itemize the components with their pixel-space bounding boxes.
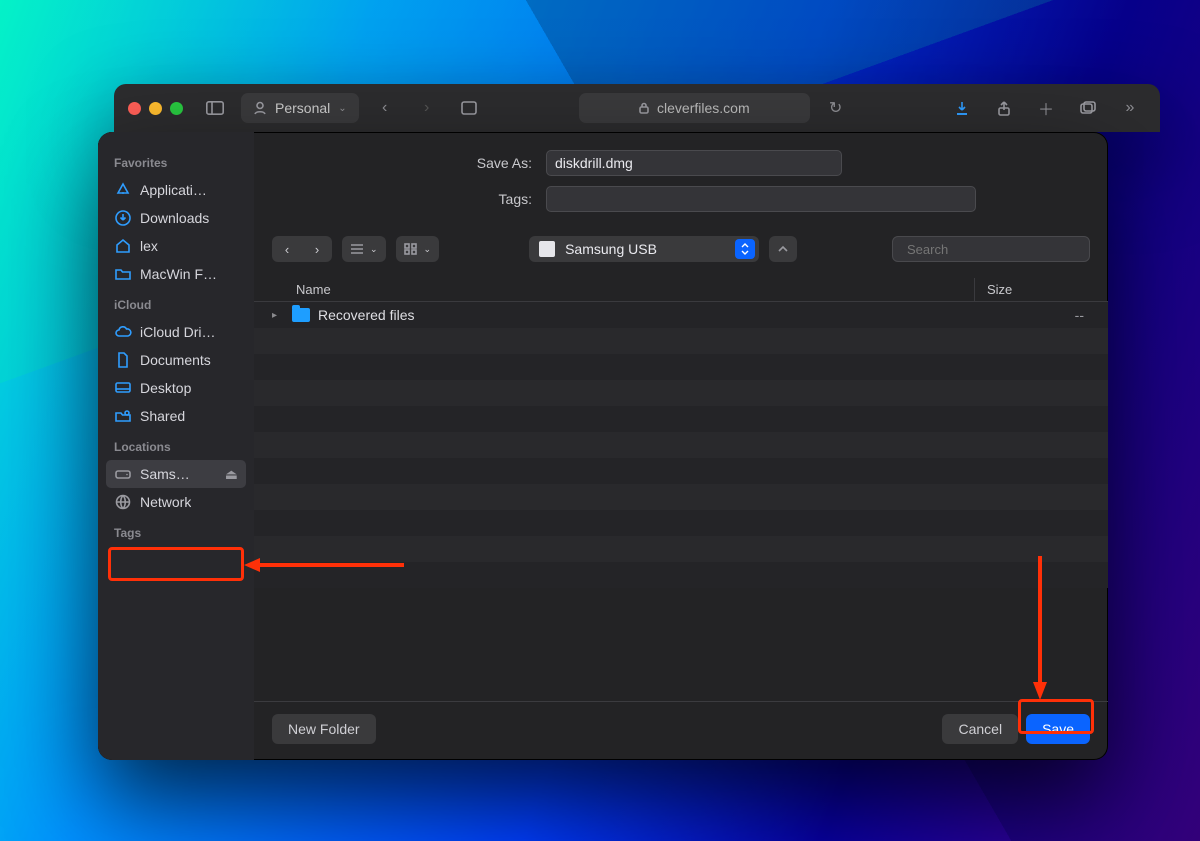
grid-icon bbox=[404, 243, 418, 255]
address-text: cleverfiles.com bbox=[657, 100, 750, 116]
search-input[interactable] bbox=[907, 242, 1083, 257]
new-folder-button[interactable]: New Folder bbox=[272, 714, 376, 744]
overflow-icon[interactable]: » bbox=[1114, 93, 1146, 123]
new-tab-icon[interactable]: ＋ bbox=[1030, 93, 1062, 123]
reader-icon[interactable] bbox=[453, 93, 485, 123]
browser-toolbar: ‹ › ⌄ ⌄ Samsung USB bbox=[254, 230, 1108, 272]
folder-icon bbox=[114, 265, 132, 283]
view-list-button[interactable]: ⌄ bbox=[342, 236, 386, 262]
forward-button[interactable]: › bbox=[302, 236, 332, 262]
saveas-label: Save As: bbox=[272, 155, 532, 171]
tags-input[interactable] bbox=[546, 186, 976, 212]
sidebar-item-label: Network bbox=[140, 494, 191, 510]
sidebar-item-downloads[interactable]: Downloads bbox=[106, 204, 246, 232]
address-bar[interactable]: cleverfiles.com bbox=[579, 93, 810, 123]
sidebar-item-samsung-usb[interactable]: Sams… ⏏ bbox=[106, 460, 246, 488]
home-icon bbox=[114, 237, 132, 255]
network-icon bbox=[114, 493, 132, 511]
save-button[interactable]: Save bbox=[1026, 714, 1090, 744]
back-button[interactable]: ‹ bbox=[272, 236, 302, 262]
safari-window: Personal ⌄ ‹ › cleverfiles.com ↻ ＋ » bbox=[114, 84, 1160, 132]
desktop-icon bbox=[114, 379, 132, 397]
sidebar-item-icloud-drive[interactable]: iCloud Dri… bbox=[106, 318, 246, 346]
sidebar-item-desktop[interactable]: Desktop bbox=[106, 374, 246, 402]
sidebar-item-label: Shared bbox=[140, 408, 185, 424]
sidebar-item-label: lex bbox=[140, 238, 158, 254]
file-name: Recovered files bbox=[318, 307, 415, 323]
sidebar-head-locations: Locations bbox=[106, 430, 246, 460]
column-headers[interactable]: Name Size bbox=[254, 272, 1108, 302]
column-size[interactable]: Size bbox=[974, 278, 1090, 301]
nav-forward-icon[interactable]: › bbox=[411, 93, 443, 123]
sidebar-item-label: Applicati… bbox=[140, 182, 207, 198]
external-disk-icon bbox=[114, 465, 132, 483]
sidebar-head-icloud: iCloud bbox=[106, 288, 246, 318]
tags-label: Tags: bbox=[272, 191, 532, 207]
shared-icon bbox=[114, 407, 132, 425]
document-icon bbox=[114, 351, 132, 369]
profile-label: Personal bbox=[275, 100, 330, 116]
location-label: Samsung USB bbox=[565, 241, 657, 257]
profile-picker[interactable]: Personal ⌄ bbox=[241, 93, 359, 123]
finder-sidebar: Favorites Applicati… Downloads lex MacWi… bbox=[98, 132, 254, 760]
sidebar-item-macwin[interactable]: MacWin F… bbox=[106, 260, 246, 288]
column-name[interactable]: Name bbox=[272, 278, 974, 301]
cloud-icon bbox=[114, 323, 132, 341]
tabs-icon[interactable] bbox=[1072, 93, 1104, 123]
sidebar-head-favorites: Favorites bbox=[106, 146, 246, 176]
collapse-button[interactable] bbox=[769, 236, 797, 262]
updown-icon bbox=[735, 239, 755, 259]
sidebar-item-applications[interactable]: Applicati… bbox=[106, 176, 246, 204]
sidebar-item-label: Documents bbox=[140, 352, 211, 368]
disk-icon bbox=[539, 241, 555, 257]
sidebar-item-home[interactable]: lex bbox=[106, 232, 246, 260]
reload-icon[interactable]: ↻ bbox=[820, 93, 852, 123]
file-size: -- bbox=[994, 307, 1090, 323]
search-field[interactable] bbox=[892, 236, 1090, 262]
lock-icon bbox=[639, 102, 649, 114]
minimize-icon[interactable] bbox=[149, 102, 162, 115]
sidebar-item-label: Downloads bbox=[140, 210, 209, 226]
applications-icon bbox=[114, 181, 132, 199]
sidebar-toggle-icon[interactable] bbox=[199, 93, 231, 123]
chevron-down-icon: ⌄ bbox=[424, 244, 432, 255]
chevron-up-icon bbox=[778, 245, 788, 253]
sidebar-head-tags: Tags bbox=[106, 516, 246, 546]
disclosure-icon[interactable]: ▸ bbox=[272, 310, 288, 321]
sidebar-item-label: iCloud Dri… bbox=[140, 324, 215, 340]
fullscreen-icon[interactable] bbox=[170, 102, 183, 115]
cancel-button[interactable]: Cancel bbox=[942, 714, 1018, 744]
traffic-lights[interactable] bbox=[128, 102, 183, 115]
location-popup[interactable]: Samsung USB bbox=[529, 236, 759, 262]
group-button[interactable]: ⌄ bbox=[396, 236, 440, 262]
downloads-icon[interactable] bbox=[946, 93, 978, 123]
file-list[interactable]: ▸ Recovered files -- bbox=[254, 302, 1108, 701]
chevron-down-icon: ⌄ bbox=[370, 244, 378, 255]
chevron-down-icon: ⌄ bbox=[338, 103, 346, 114]
sidebar-item-label: Sams… bbox=[140, 466, 190, 482]
list-icon bbox=[350, 243, 364, 255]
folder-icon bbox=[292, 308, 310, 322]
sidebar-item-documents[interactable]: Documents bbox=[106, 346, 246, 374]
table-row[interactable]: ▸ Recovered files -- bbox=[254, 302, 1108, 328]
share-icon[interactable] bbox=[988, 93, 1020, 123]
sidebar-item-network[interactable]: Network bbox=[106, 488, 246, 516]
sidebar-item-label: Desktop bbox=[140, 380, 191, 396]
downloads-icon bbox=[114, 209, 132, 227]
sidebar-item-label: MacWin F… bbox=[140, 266, 217, 282]
save-dialog: Favorites Applicati… Downloads lex MacWi… bbox=[98, 132, 1108, 760]
nav-back-icon[interactable]: ‹ bbox=[369, 93, 401, 123]
eject-icon[interactable]: ⏏ bbox=[225, 466, 238, 483]
saveas-input[interactable] bbox=[546, 150, 842, 176]
sidebar-item-shared[interactable]: Shared bbox=[106, 402, 246, 430]
close-icon[interactable] bbox=[128, 102, 141, 115]
